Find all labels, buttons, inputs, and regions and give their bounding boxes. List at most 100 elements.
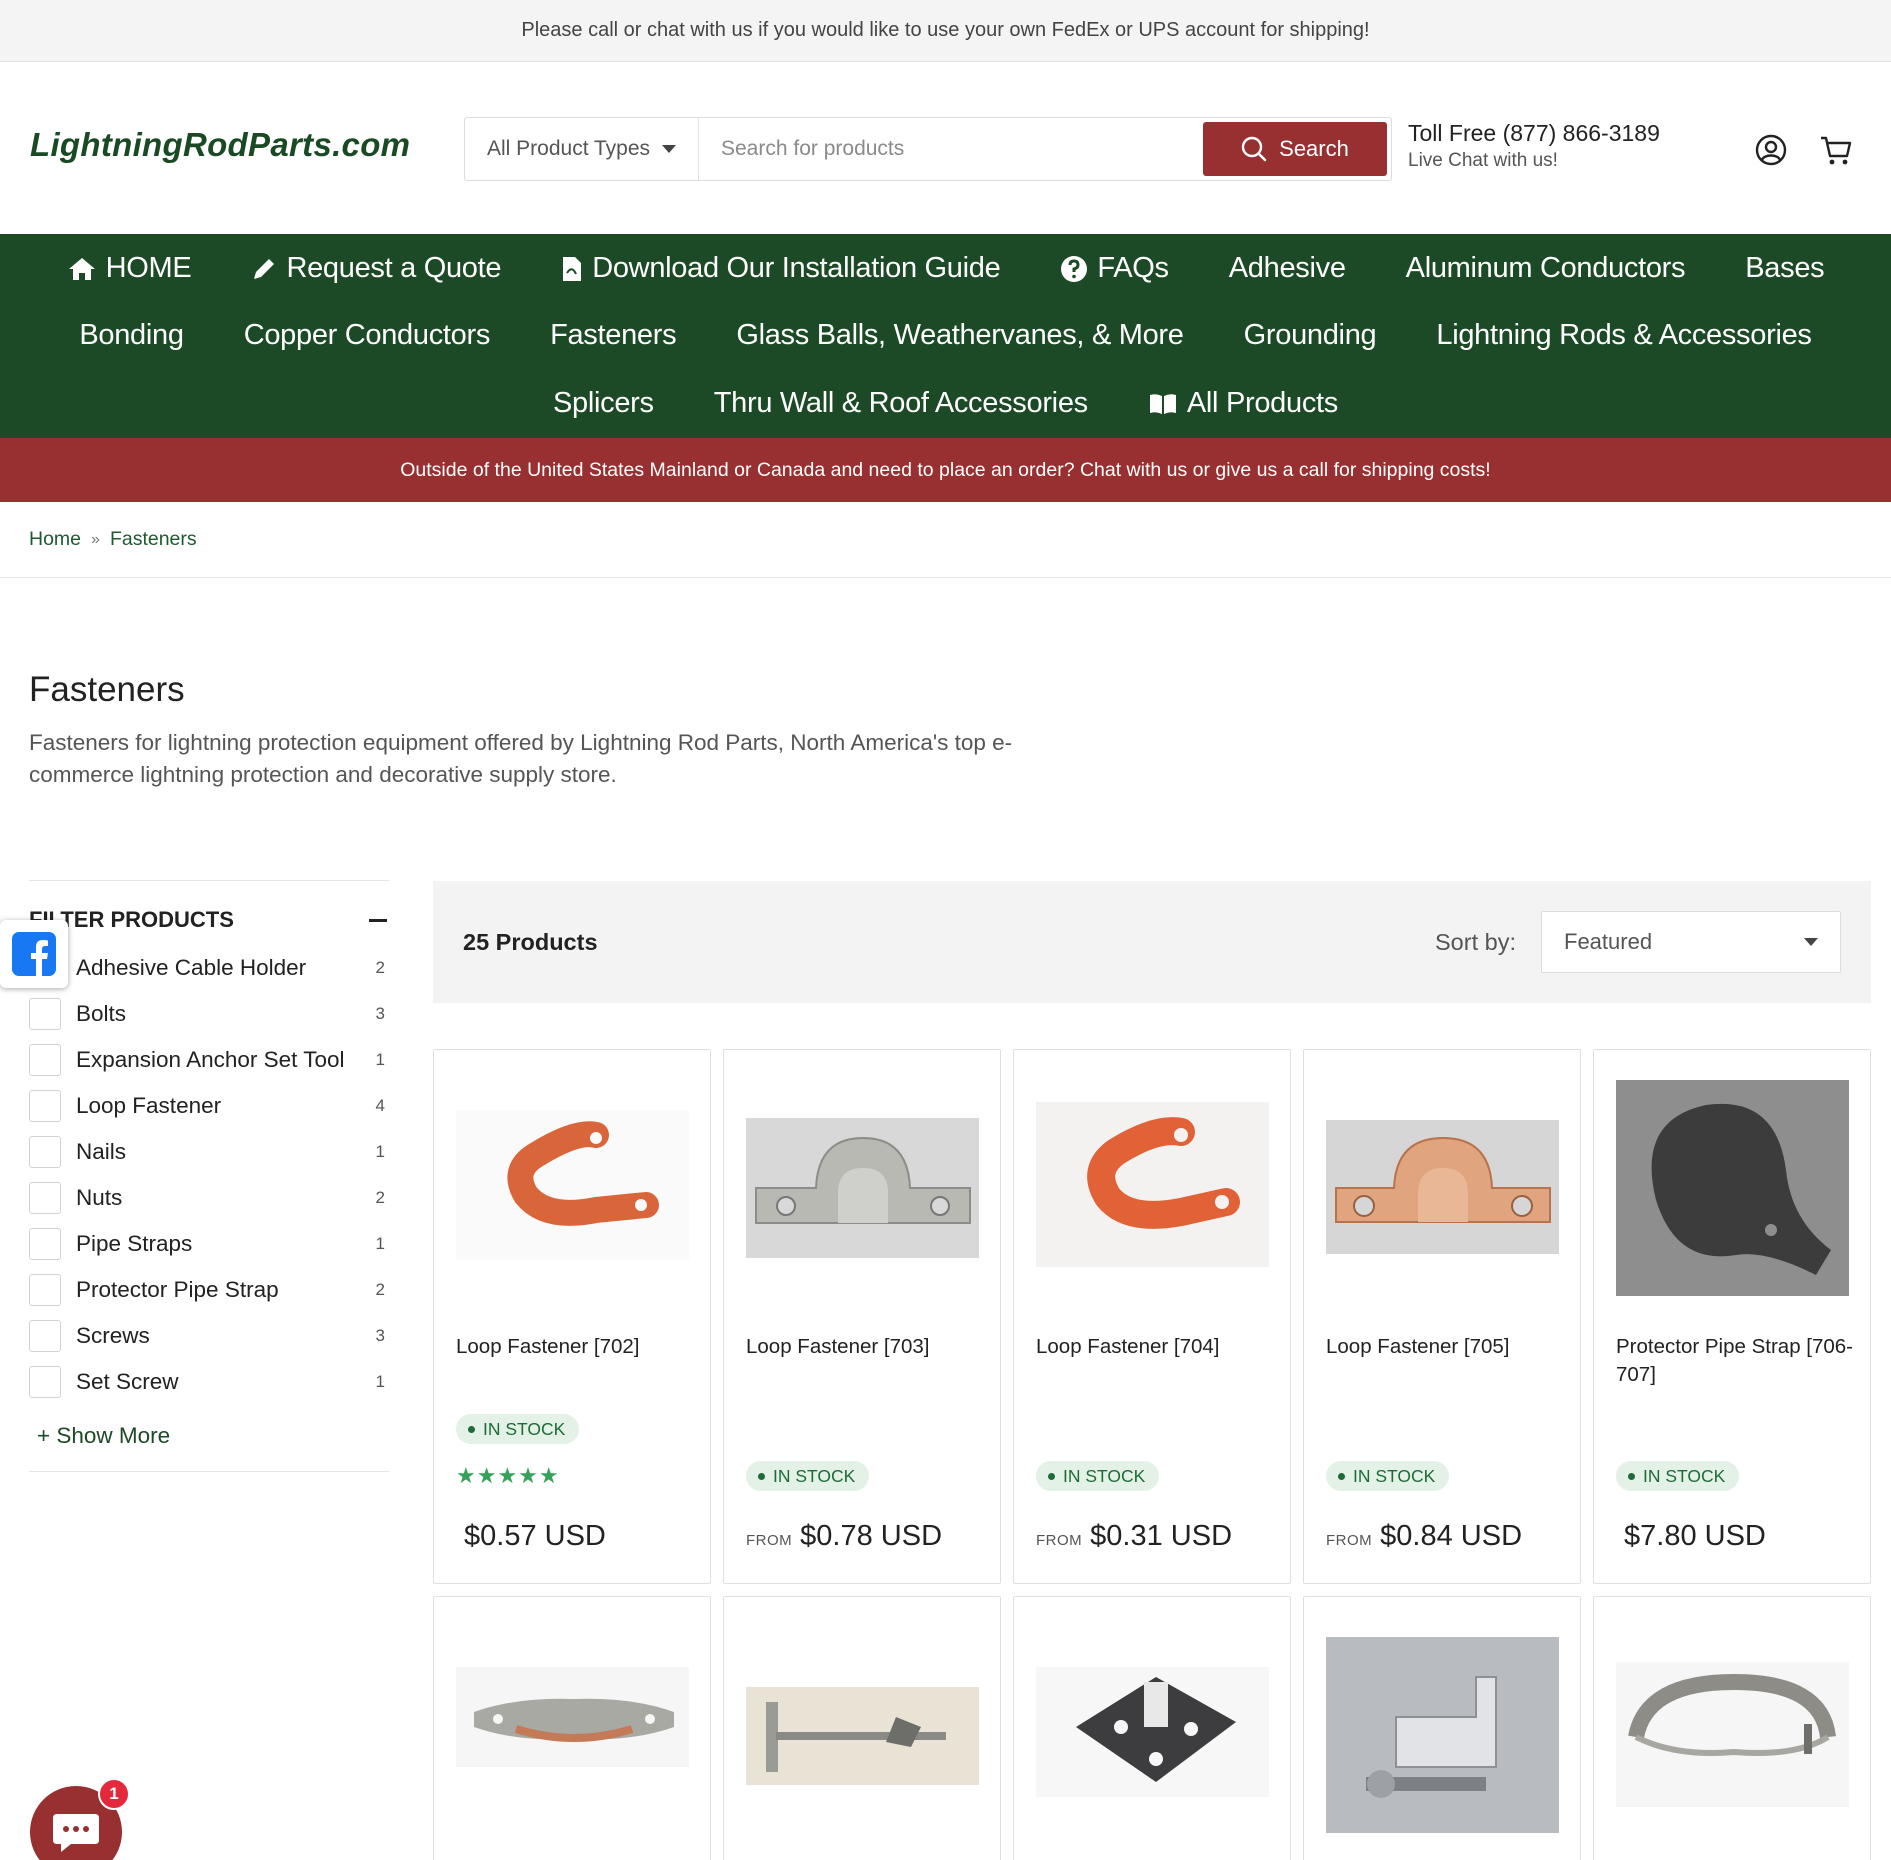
product-price: FROM $0.84 USD	[1326, 1520, 1523, 1552]
product-image[interactable]	[1326, 1637, 1559, 1833]
filter-option[interactable]: Protector Pipe Strap 2	[29, 1267, 389, 1313]
cart-icon[interactable]	[1818, 132, 1854, 168]
pdf-file-icon	[563, 256, 582, 281]
nav-installation-guide[interactable]: Download Our Installation Guide	[561, 252, 1001, 285]
site-logo[interactable]: LightningRodParts.com	[30, 126, 410, 164]
filter-checkbox[interactable]	[29, 1044, 61, 1076]
shipping-notice-text: Outside of the United States Mainland or…	[400, 458, 1491, 481]
filter-option[interactable]: Screws 3	[29, 1313, 389, 1359]
stock-badge: IN STOCK	[1036, 1461, 1160, 1491]
breadcrumb-home[interactable]: Home	[29, 528, 81, 551]
product-price: $7.80 USD	[1624, 1520, 1766, 1552]
product-card[interactable]	[1303, 1596, 1581, 1860]
nav-adhesive[interactable]: Adhesive	[1229, 252, 1346, 285]
product-image[interactable]	[456, 1667, 689, 1767]
search-button[interactable]: Search	[1203, 122, 1387, 176]
filter-option[interactable]: Set Screw 1	[29, 1359, 389, 1405]
live-chat-link[interactable]: Live Chat with us!	[1408, 150, 1660, 172]
main-navigation: HOME Request a Quote Download Our Instal…	[0, 234, 1891, 438]
filter-checkbox[interactable]	[29, 1366, 61, 1398]
filter-checkbox[interactable]	[29, 1136, 61, 1168]
product-image[interactable]	[1036, 1667, 1269, 1797]
product-card[interactable]: Loop Fastener [705] IN STOCK FROM $0.84 U…	[1303, 1049, 1581, 1584]
nav-bases[interactable]: Bases	[1745, 252, 1824, 285]
filter-option[interactable]: Adhesive Cable Holder 2	[29, 945, 389, 991]
product-image[interactable]	[1616, 1662, 1849, 1807]
product-image[interactable]	[1326, 1120, 1559, 1254]
nav-request-quote[interactable]: Request a Quote	[251, 252, 502, 285]
nav-thru-wall[interactable]: Thru Wall & Roof Accessories	[714, 387, 1088, 420]
nav-glass-balls[interactable]: Glass Balls, Weathervanes, & More	[736, 319, 1184, 352]
stock-dot	[1628, 1472, 1635, 1480]
nav-bonding[interactable]: Bonding	[79, 319, 184, 352]
question-circle-icon	[1061, 255, 1088, 282]
product-card[interactable]	[1593, 1596, 1871, 1860]
collapse-minus-icon[interactable]	[369, 918, 387, 922]
search-input[interactable]	[699, 118, 1203, 180]
sort-select[interactable]: Featured	[1541, 911, 1841, 973]
filter-option[interactable]: Nails 1	[29, 1129, 389, 1175]
filter-checkbox[interactable]	[29, 1182, 61, 1214]
filter-label: Loop Fastener	[76, 1093, 222, 1118]
filter-option[interactable]: Expansion Anchor Set Tool 1	[29, 1037, 389, 1083]
nav-row-2: Bonding Copper Conductors Fasteners Glas…	[0, 319, 1891, 352]
pencil-icon	[254, 258, 275, 279]
nav-faqs[interactable]: FAQs	[1060, 252, 1169, 285]
product-card[interactable]: Protector Pipe Strap [706-707] IN STOCK …	[1593, 1049, 1871, 1584]
toll-free-number[interactable]: Toll Free (877) 866-3189	[1408, 120, 1660, 147]
product-title[interactable]: Loop Fastener [703]	[746, 1333, 986, 1361]
filter-option[interactable]: Loop Fastener 4	[29, 1083, 389, 1129]
stock-badge: IN STOCK	[1616, 1461, 1740, 1491]
nav-splicers[interactable]: Splicers	[553, 387, 654, 420]
product-card[interactable]: Loop Fastener [703] IN STOCK FROM $0.78 U…	[723, 1049, 1001, 1584]
product-image[interactable]	[1036, 1102, 1269, 1267]
nav-aluminum-conductors[interactable]: Aluminum Conductors	[1406, 252, 1686, 285]
facebook-icon	[12, 932, 56, 976]
product-image[interactable]	[746, 1687, 979, 1785]
account-icon[interactable]	[1753, 132, 1789, 168]
filter-checkbox[interactable]	[29, 1320, 61, 1352]
nav-grounding[interactable]: Grounding	[1244, 319, 1377, 352]
site-header: LightningRodParts.com All Product Types …	[0, 62, 1891, 234]
nav-home[interactable]: HOME	[67, 252, 192, 285]
chat-bubble-icon	[53, 1814, 99, 1852]
chat-notification-badge: 1	[98, 1778, 130, 1810]
nav-all-products[interactable]: All Products	[1148, 387, 1338, 420]
product-image[interactable]	[1616, 1080, 1849, 1296]
product-card[interactable]: Loop Fastener [702] IN STOCK ★★★★★ $0.57…	[433, 1049, 711, 1584]
collection-toolbar: 25 Products Sort by: Featured	[433, 881, 1871, 1003]
product-card[interactable]: Loop Fastener [704] IN STOCK FROM $0.31 U…	[1013, 1049, 1291, 1584]
nav-fasteners[interactable]: Fasteners	[550, 319, 677, 352]
product-card[interactable]	[723, 1596, 1001, 1860]
breadcrumb-current[interactable]: Fasteners	[110, 528, 197, 551]
filter-checkbox[interactable]	[29, 1090, 61, 1122]
filter-option[interactable]: Pipe Straps 1	[29, 1221, 389, 1267]
book-open-icon	[1149, 393, 1176, 414]
sort-value: Featured	[1564, 929, 1653, 954]
filter-option[interactable]: Nuts 2	[29, 1175, 389, 1221]
filter-header[interactable]: FILTER PRODUCTS	[29, 881, 389, 945]
product-image[interactable]	[456, 1110, 689, 1260]
show-more-button[interactable]: + Show More	[37, 1423, 389, 1449]
product-title[interactable]: Loop Fastener [705]	[1326, 1333, 1566, 1361]
product-title[interactable]: Loop Fastener [704]	[1036, 1333, 1276, 1361]
stock-dot	[1338, 1472, 1345, 1480]
product-card[interactable]	[433, 1596, 711, 1860]
stock-dot	[758, 1472, 765, 1480]
nav-copper-conductors[interactable]: Copper Conductors	[244, 319, 491, 352]
product-title[interactable]: Protector Pipe Strap [706-707]	[1616, 1333, 1856, 1389]
nav-lightning-rods[interactable]: Lightning Rods & Accessories	[1436, 319, 1812, 352]
product-type-select[interactable]: All Product Types	[465, 118, 699, 180]
facebook-button[interactable]	[0, 920, 68, 988]
product-title[interactable]: Loop Fastener [702]	[456, 1333, 696, 1361]
filter-label: Adhesive Cable Holder	[76, 955, 307, 980]
filter-checkbox[interactable]	[29, 998, 61, 1030]
product-card[interactable]	[1013, 1596, 1291, 1860]
product-count: 25 Products	[463, 929, 598, 955]
filter-checkbox[interactable]	[29, 1228, 61, 1260]
filter-count: 2	[375, 1280, 385, 1299]
filter-checkbox[interactable]	[29, 1274, 61, 1306]
filter-option[interactable]: Bolts 3	[29, 991, 389, 1037]
filter-label: Expansion Anchor Set Tool	[76, 1047, 345, 1072]
product-image[interactable]	[746, 1118, 979, 1258]
